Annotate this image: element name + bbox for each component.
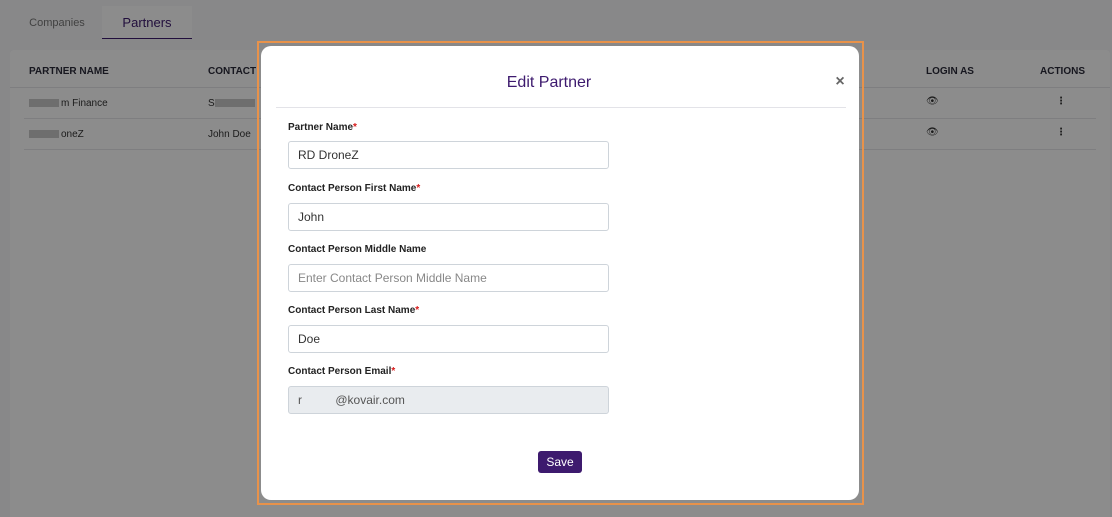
middle-name-input[interactable] <box>288 264 609 292</box>
first-name-label: Contact Person First Name* <box>288 183 421 194</box>
email-input <box>288 386 609 414</box>
partner-name-label: Partner Name* <box>288 122 357 133</box>
last-name-input[interactable] <box>288 325 609 353</box>
first-name-input[interactable] <box>288 203 609 231</box>
edit-partner-modal: Edit Partner × Partner Name* Contact Per… <box>261 46 859 500</box>
save-button[interactable]: Save <box>538 451 582 473</box>
last-name-label: Contact Person Last Name* <box>288 305 420 316</box>
middle-name-label: Contact Person Middle Name <box>288 244 427 255</box>
partner-name-input[interactable] <box>288 141 609 169</box>
close-icon[interactable]: × <box>832 73 848 91</box>
modal-title: Edit Partner <box>506 74 592 91</box>
email-label: Contact Person Email* <box>288 366 396 377</box>
